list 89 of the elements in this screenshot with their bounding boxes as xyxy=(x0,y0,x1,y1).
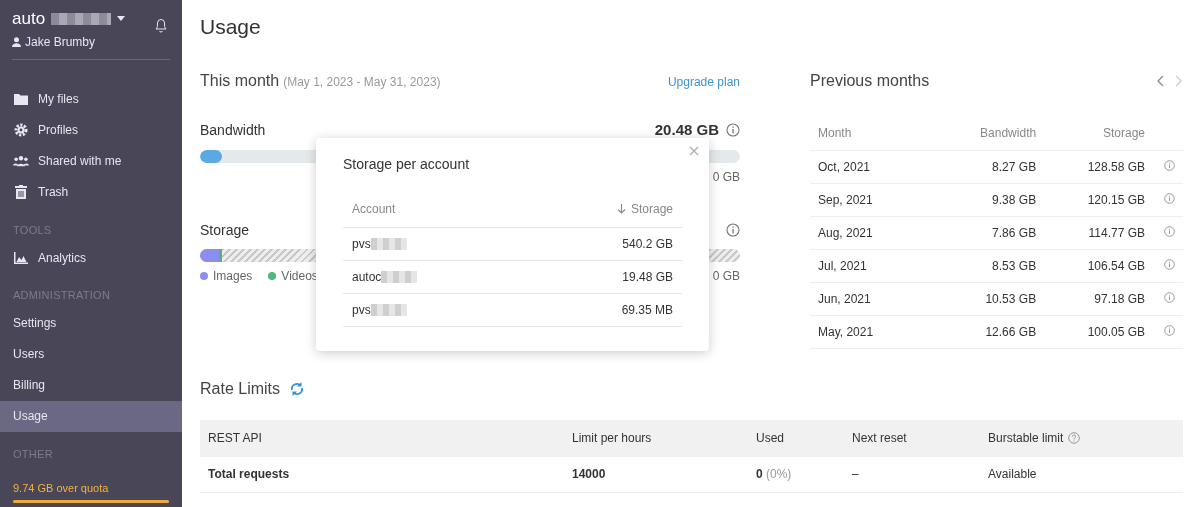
meter-value: 20.48 GB xyxy=(654,120,719,140)
info-icon xyxy=(726,223,740,237)
bell-icon xyxy=(152,16,170,34)
meter-label: Storage xyxy=(200,220,250,240)
previous-button[interactable] xyxy=(1157,75,1165,87)
table-cell: 8.27 GB xyxy=(929,150,1037,183)
info-icon xyxy=(1164,258,1175,270)
meter-limit: 0 GB xyxy=(712,267,740,285)
section-title: This month xyxy=(200,71,280,91)
table-cell: – xyxy=(844,456,980,493)
redaction-mark xyxy=(51,12,112,25)
info-icon xyxy=(1164,192,1175,204)
column-header: REST API xyxy=(200,419,564,457)
table-cell: 10.53 GB xyxy=(929,282,1037,315)
sidebar-item[interactable]: Analytics xyxy=(0,242,182,273)
meter-limit: 0 GB xyxy=(712,168,740,186)
meter-label: Bandwidth xyxy=(200,120,266,140)
section-title: Previous months xyxy=(810,71,930,91)
redaction-mark xyxy=(370,303,407,316)
info-icon xyxy=(1164,225,1175,237)
table-cell: 7.86 GB xyxy=(929,216,1037,249)
table-cell: Available xyxy=(980,456,1183,493)
folder-icon xyxy=(13,93,29,105)
section-title: Rate Limits xyxy=(200,378,281,399)
column-header: Next reset xyxy=(844,419,980,457)
help-icon xyxy=(1068,432,1081,444)
sort-arrow-icon xyxy=(616,203,626,214)
sidebar-item[interactable]: Users xyxy=(0,338,182,370)
column-header: Account xyxy=(343,192,524,227)
account-name: pvs xyxy=(352,301,371,319)
legend-label: Images xyxy=(213,267,253,285)
table-cell: 0 (0%) xyxy=(748,456,844,493)
legend-label: Videos xyxy=(281,267,318,285)
sidebar-item[interactable]: My files xyxy=(0,83,182,115)
table-cell: 19.48 GB xyxy=(523,260,682,293)
info-icon xyxy=(1164,291,1175,303)
table-cell: 100.05 GB xyxy=(1036,315,1145,348)
info-icon xyxy=(1164,159,1175,171)
table-cell: Oct, 2021 xyxy=(810,150,930,183)
column-header: Bandwidth xyxy=(929,116,1037,150)
user-name: Jake Brumby xyxy=(25,33,96,51)
table-cell: 97.18 GB xyxy=(1036,282,1145,315)
column-header: Limit per hours xyxy=(564,419,748,457)
table-cell: 128.58 GB xyxy=(1036,150,1145,183)
redaction-mark xyxy=(381,270,418,283)
info-icon xyxy=(1164,324,1175,336)
table-cell: 9.38 GB xyxy=(929,183,1037,216)
gear-icon xyxy=(13,123,29,137)
table-cell: Sep, 2021 xyxy=(810,183,930,216)
sidebar-item[interactable]: Shared with me xyxy=(0,145,182,177)
popover-title: Storage per account xyxy=(343,155,471,174)
redaction-mark xyxy=(370,237,407,250)
table-cell: 120.15 GB xyxy=(1036,183,1145,216)
people-icon xyxy=(13,155,29,167)
table-cell: 114.77 GB xyxy=(1036,216,1145,249)
date-range: (May 1, 2023 - May 31, 2023) xyxy=(283,74,441,91)
sidebar-item[interactable]: Trash xyxy=(0,176,182,208)
table-cell: Aug, 2021 xyxy=(810,216,930,249)
account-name: pvs xyxy=(352,235,371,253)
table-cell: 12.66 GB xyxy=(929,315,1037,348)
table-cell: 8.53 GB xyxy=(929,249,1037,282)
table-cell: 540.2 GB xyxy=(523,227,682,260)
account-name[interactable]: auto xyxy=(12,6,46,32)
column-header: Storage xyxy=(1036,116,1145,150)
table-cell: Total requests xyxy=(200,456,564,493)
quota-warning: 9.74 GB over quota xyxy=(13,481,110,496)
page-title: Usage xyxy=(200,14,262,40)
info-icon xyxy=(726,123,740,138)
account-name: autoc xyxy=(352,268,382,286)
table-cell: 106.54 GB xyxy=(1036,249,1145,282)
table-cell: 14000 xyxy=(564,456,748,493)
sidebar-item[interactable]: Settings xyxy=(0,307,182,339)
sidebar-item[interactable]: Billing xyxy=(0,369,182,401)
table-cell: May, 2021 xyxy=(810,315,930,348)
user-icon xyxy=(12,36,21,47)
sidebar-item[interactable]: Profiles xyxy=(0,114,182,146)
table-cell: Jun, 2021 xyxy=(810,282,930,315)
refresh-button[interactable] xyxy=(290,380,305,397)
close-button[interactable] xyxy=(689,146,699,156)
table-cell: Jul, 2021 xyxy=(810,249,930,282)
table-cell: 69.35 MB xyxy=(523,293,682,326)
column-header: Burstable limit xyxy=(988,430,1064,447)
chart-icon xyxy=(13,251,29,264)
sidebar-item[interactable]: Usage xyxy=(0,400,182,432)
column-header: Used xyxy=(748,419,844,457)
caret-icon xyxy=(117,16,126,22)
trash-icon xyxy=(13,185,29,199)
column-header: Storage xyxy=(630,200,673,218)
column-header: Month xyxy=(810,116,930,150)
